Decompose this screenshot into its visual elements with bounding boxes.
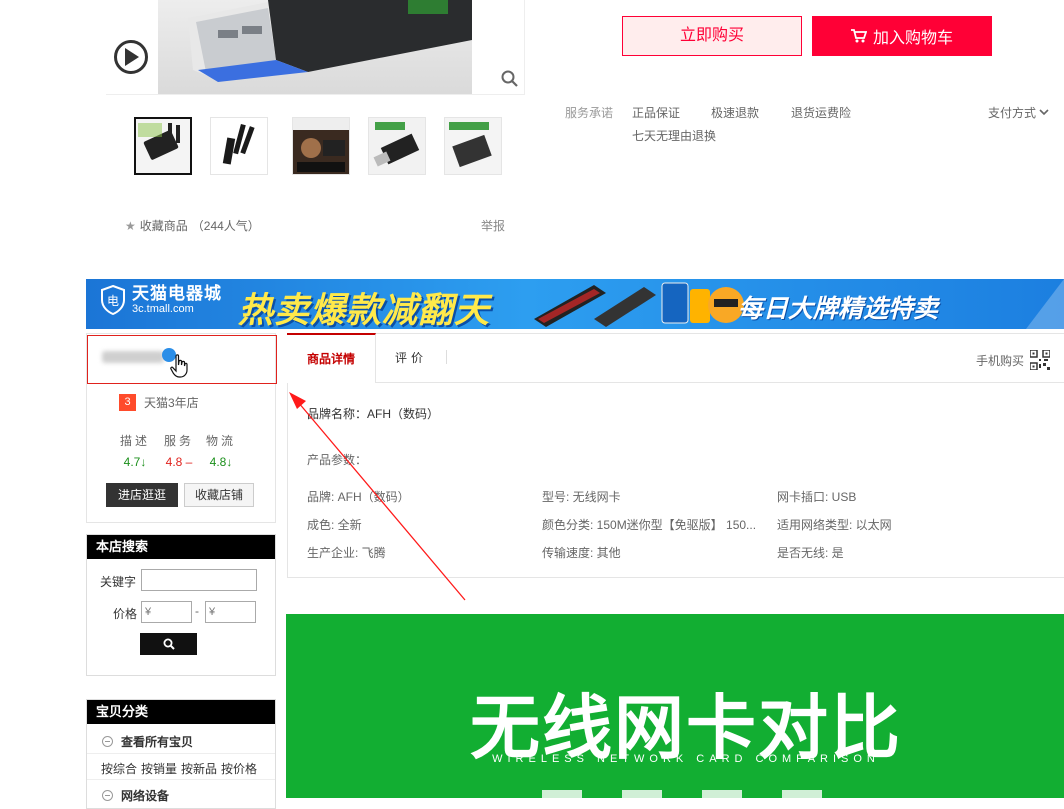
report-link[interactable]: 举报 [481,217,505,234]
rating-label: 物流 [205,434,236,448]
rating-logistics: 物流 4.8↓ [201,432,241,469]
tab-product-details[interactable]: 商品详情 [287,333,376,383]
params-title: 产品参数： [307,453,368,467]
shop-name-blurred [102,351,164,363]
add-to-cart-label: 加入购物车 [872,30,953,47]
store-search-title: 本店搜索 [87,535,275,559]
param-manufacturer: 生产企业: 飞腾 [307,546,386,560]
brand-name-line: 品牌名称：AFH（数码） [307,407,440,421]
sort-price[interactable]: 按价格 [221,760,257,777]
thumbnail-5[interactable] [444,117,502,175]
hand-cursor-icon [170,354,188,378]
video-play-button[interactable] [114,40,148,74]
tmall-electronics-banner[interactable]: 电 天猫电器城 3c.tmall.com 热卖爆款减翻天 每日大牌精选特卖 [86,279,1064,329]
sort-new[interactable]: 按新品 [181,760,217,777]
play-icon [125,48,139,66]
thumbnail-1[interactable] [134,117,192,175]
shop-years-label: 天猫3年店 [144,396,199,410]
category-divider [87,779,275,780]
param-network-type: 适用网络类型: 以太网 [777,518,892,532]
thumbnail-2[interactable] [210,117,268,175]
favorite-count: （244人气） [191,219,260,233]
chevron-down-icon [1039,109,1049,116]
rating-value: 4.8↓ [209,455,233,469]
favorite-label: 收藏商品 [139,219,188,233]
favorite-product[interactable]: ★ 收藏商品 （244人气） [125,217,260,234]
rating-service: 服务 4.8 – [159,432,199,469]
rating-label: 描述 [119,434,150,448]
banner-brand-url: 3c.tmall.com [132,303,194,315]
category-title: 宝贝分类 [87,700,275,724]
service-label: 服务承诺 [565,106,614,120]
view-all-label: 查看所有宝贝 [121,735,194,749]
tab-reviews[interactable]: 评价 [376,333,446,383]
price-label: 价格 [113,607,138,621]
banner-brand: 电 天猫电器城 3c.tmall.com [100,285,222,315]
banner-products-graphic [534,282,744,327]
rating-value: 4.8 – [165,455,193,469]
service-fast-refund[interactable]: 极速退款 [711,104,759,121]
mobile-buy-label: 手机购买 [976,353,1025,368]
price-separator: - [195,604,199,618]
shield-logo-icon: 电 [101,285,125,315]
store-search-button[interactable] [140,633,197,655]
param-color-category: 颜色分类: 150M迷你型【免驱版】 150... [542,518,757,532]
param-model: 型号: 无线网卡 [542,490,621,504]
add-to-cart-button[interactable]: 加入购物车 [812,16,992,56]
rating-label: 服务 [163,434,194,448]
star-icon: ★ [125,218,136,233]
collapse-icon [102,736,113,747]
keyword-input[interactable] [141,569,257,591]
main-product-image[interactable] [106,0,525,95]
service-genuine[interactable]: 正品保证 [632,104,680,121]
category-network-devices[interactable]: 网络设备 [102,787,169,804]
promo-subtitle: WIRELESS NETWORK CARD COMPARISON [492,753,880,765]
tab-separator [446,350,447,364]
category-network-label: 网络设备 [121,789,170,803]
shop-name-link[interactable] [87,335,277,384]
qr-code-icon [1030,350,1051,370]
comparison-promo-image: 无线网卡对比 WIRELESS NETWORK CARD COMPARISON [286,614,1064,798]
param-condition: 成色: 全新 [307,518,362,532]
collect-shop-button[interactable]: 收藏店铺 [184,483,254,507]
param-brand: 品牌: AFH（数码） [307,490,410,504]
mobile-buy-link[interactable]: 手机购买 [976,350,1051,370]
enter-shop-button[interactable]: 进店逛逛 [106,483,178,507]
rating-description: 描述 4.7↓ [115,432,155,469]
shop-years: 3 天猫3年店 [119,394,199,411]
thumbnail-4[interactable] [368,117,426,175]
product-photo [158,0,472,94]
cart-icon [850,29,867,43]
banner-slogan-main: 热卖爆款减翻天 [238,291,491,329]
payment-methods-dropdown[interactable]: 支付方式 [988,104,1049,121]
banner-slogan-sub: 每日大牌精选特卖 [738,295,939,323]
banner-brand-name: 天猫电器城 [132,284,222,303]
shop-years-badge: 3 [119,394,136,411]
service-return-shipping[interactable]: 退货运费险 [791,104,851,121]
buy-now-button[interactable]: 立即购买 [622,16,802,56]
promo-next-heading-partial [542,790,842,798]
sort-comprehensive[interactable]: 按综合 [101,760,137,777]
category-divider [87,753,275,754]
search-icon [163,638,175,650]
rating-value: 4.7↓ [123,455,147,469]
zoom-icon[interactable] [501,70,519,91]
keyword-label: 关键字 [100,575,137,589]
payment-label: 支付方式 [988,106,1037,120]
collapse-icon [102,790,113,801]
service-7day-return[interactable]: 七天无理由退换 [632,127,716,144]
view-all-items-link[interactable]: 查看所有宝贝 [102,733,193,750]
banner-corner-decoration [1026,279,1064,329]
price-min-input[interactable] [141,601,192,623]
price-max-input[interactable] [205,601,256,623]
svg-text:电: 电 [107,294,119,308]
sort-sales[interactable]: 按销量 [141,760,177,777]
thumbnail-3[interactable] [292,117,350,175]
param-interface: 网卡插口: USB [777,490,857,504]
param-speed: 传输速度: 其他 [542,546,621,560]
param-wireless: 是否无线: 是 [777,546,844,560]
